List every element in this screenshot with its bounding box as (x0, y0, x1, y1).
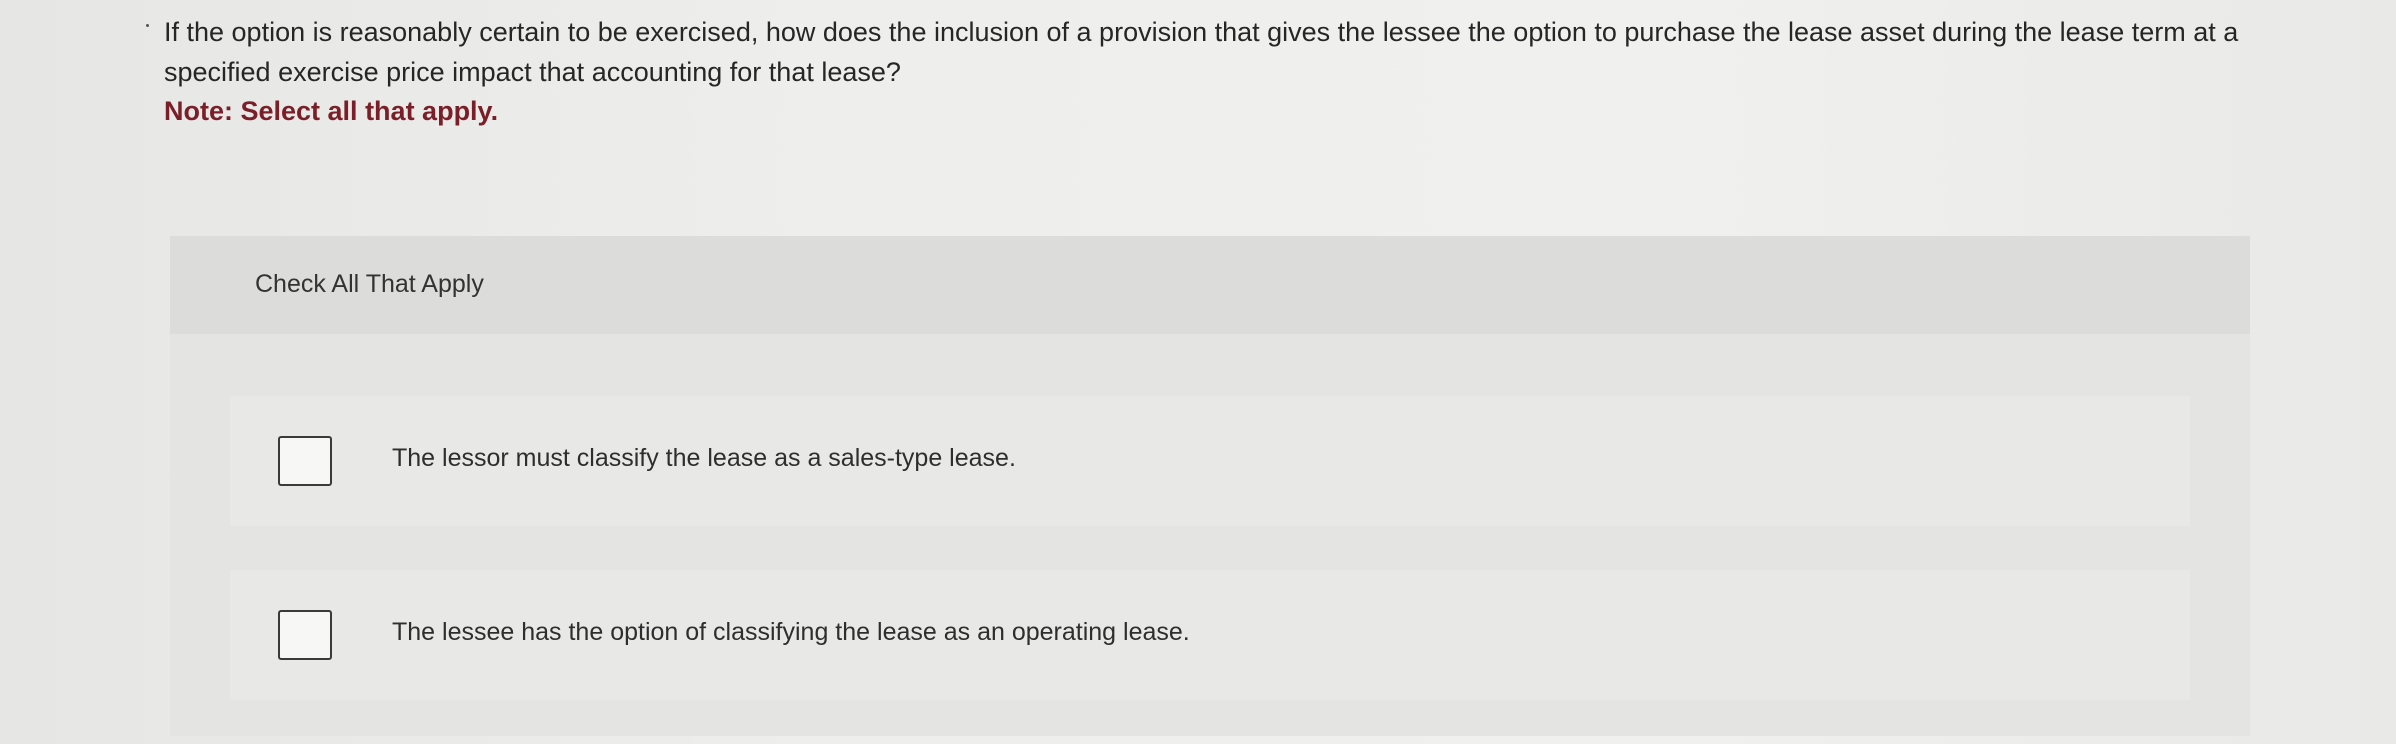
panel-title: Check All That Apply (255, 270, 484, 298)
question-note: Note: Select all that apply. (164, 96, 499, 126)
panel-header: Check All That Apply (170, 236, 2250, 334)
option-label: The lessor must classify the lease as a … (392, 444, 1016, 472)
option-item-operating-lease[interactable]: The lessee has the option of classifying… (230, 570, 2190, 700)
options-list: The lessor must classify the lease as a … (230, 396, 2190, 744)
question-text: If the option is reasonably certain to b… (164, 17, 2239, 87)
option-label: The lessee has the option of classifying… (392, 618, 1190, 646)
option-checkbox[interactable] (278, 610, 332, 660)
option-checkbox[interactable] (278, 436, 332, 486)
question-block: If the option is reasonably certain to b… (164, 12, 2244, 130)
check-all-panel: Check All That Apply The lessor must cla… (170, 236, 2250, 736)
question-bullet (146, 24, 149, 27)
option-item-sales-type[interactable]: The lessor must classify the lease as a … (230, 396, 2190, 526)
